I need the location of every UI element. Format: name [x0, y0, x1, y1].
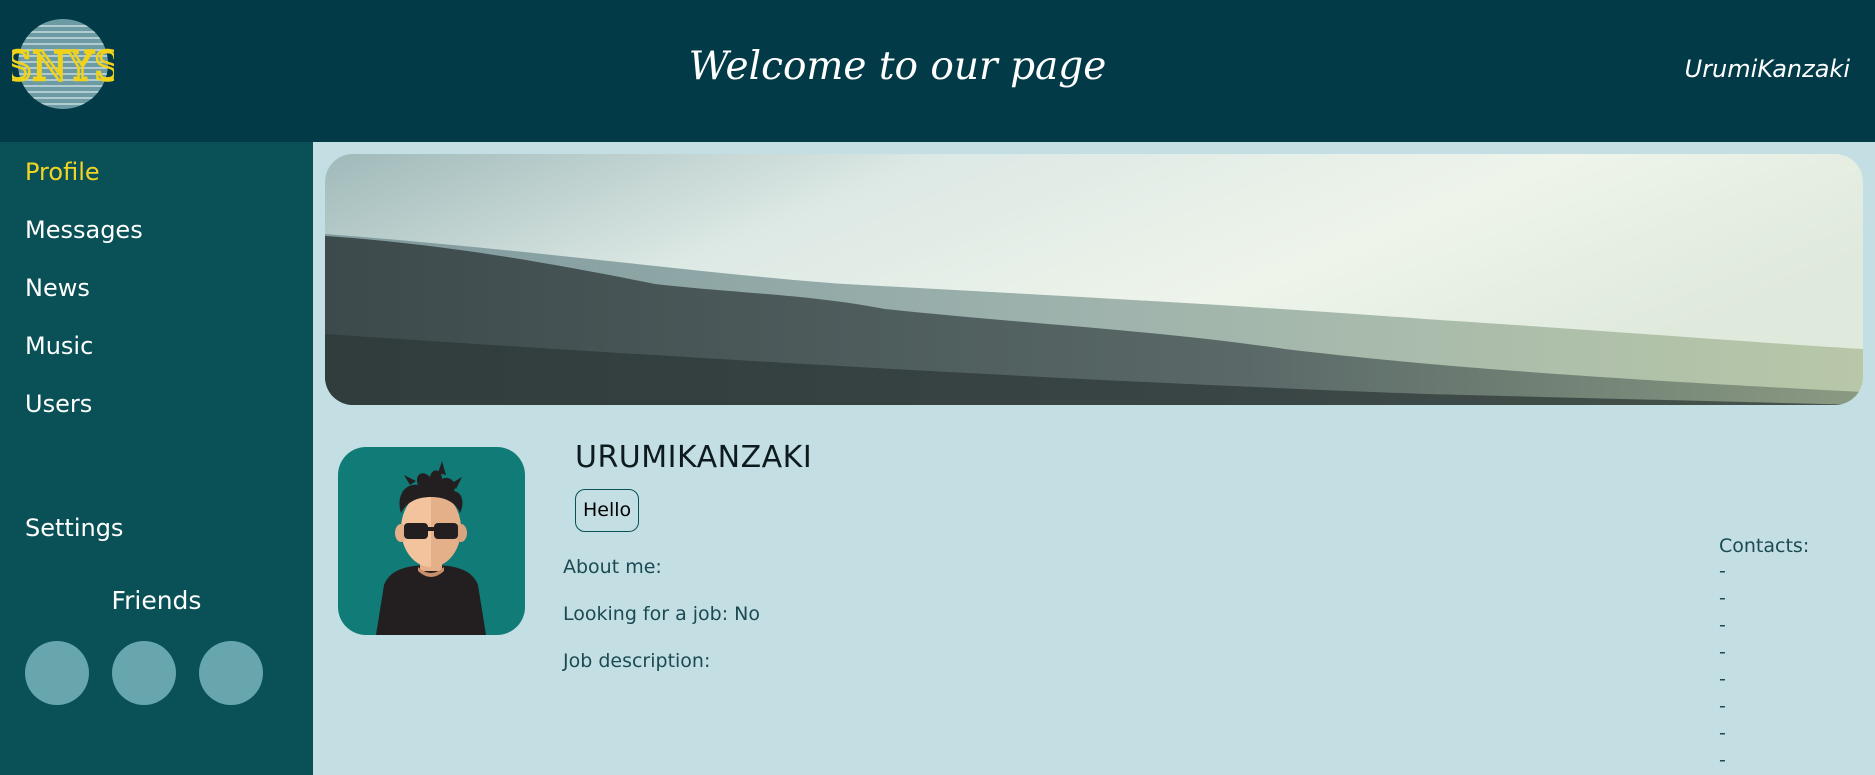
profile-banner-image [325, 154, 1863, 405]
profile-avatar[interactable] [338, 447, 525, 635]
sidebar-item-music[interactable]: Music [25, 332, 93, 360]
page-title: Welcome to our page [688, 44, 1107, 89]
contacts-list: - - - - - - - - [1719, 558, 1809, 774]
contacts-title: Contacts: [1719, 535, 1810, 557]
sidebar-item-messages[interactable]: Messages [25, 216, 143, 244]
contact-entry: - [1719, 749, 1726, 771]
contact-entry: - [1719, 587, 1726, 609]
contact-entry: - [1719, 695, 1726, 717]
contact-entry: - [1719, 668, 1726, 690]
contact-entry: - [1719, 641, 1726, 663]
sidebar: Profile Messages News Music Users Settin… [0, 142, 313, 775]
status-text[interactable]: Hello [575, 489, 640, 532]
friend-avatar[interactable] [199, 641, 263, 705]
friend-avatar[interactable] [112, 641, 176, 705]
contact-entry: - [1719, 722, 1726, 744]
current-user-name[interactable]: UrumiKanzaki [1685, 55, 1850, 83]
friend-avatar[interactable] [25, 641, 89, 705]
about-me: About me: [563, 556, 662, 578]
friends-title: Friends [111, 586, 202, 615]
profile-name: URUMIKANZAKI [575, 440, 813, 475]
contacts-section: Contacts: - - - - - - - - [1719, 535, 1809, 774]
sidebar-item-settings[interactable]: Settings [25, 514, 123, 542]
job-description: Job description: [563, 650, 711, 672]
contact-entry: - [1719, 614, 1726, 636]
contact-entry: - [1719, 560, 1726, 582]
sidebar-item-users[interactable]: Users [25, 390, 92, 418]
sidebar-item-profile[interactable]: Profile [25, 158, 100, 186]
sidebar-item-news[interactable]: News [25, 274, 90, 302]
looking-for-job: Looking for a job: No [563, 603, 761, 625]
header: SNYS Welcome to our page UrumiKanzaki [0, 0, 1875, 142]
